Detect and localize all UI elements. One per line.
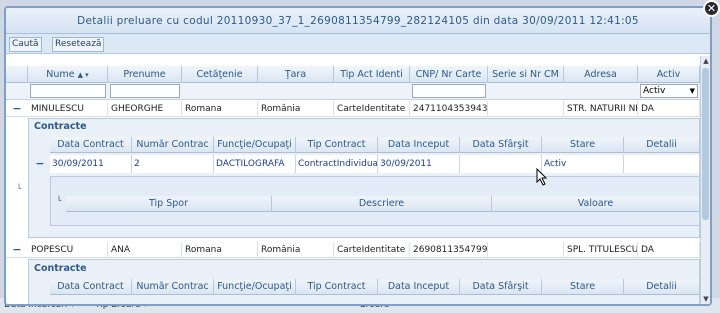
filter-cnp-input[interactable] <box>412 84 486 98</box>
col-header-prenume[interactable]: Prenume <box>108 66 182 83</box>
cell-serie <box>488 101 564 117</box>
cell-activ: DA <box>638 242 700 258</box>
contracte-title: Contracte <box>34 263 87 274</box>
sub-col-data-contract[interactable]: Data Contract <box>50 137 132 153</box>
cell-detalii <box>624 155 700 173</box>
cell-cetatenie: Romana <box>182 101 258 117</box>
sub-col-functie[interactable]: Funcţie/Ocupaţi <box>214 137 296 153</box>
chevron-down-icon: ▼ <box>689 87 695 95</box>
cell-adresa: SPL. TITULESCU NR <box>564 242 638 258</box>
sub-col-tip[interactable]: Tip Contract <box>296 279 378 295</box>
sub-col-data-inceput[interactable]: Data Inceput <box>378 137 460 153</box>
filter-nume-input[interactable] <box>30 84 106 98</box>
sub-col-detalii[interactable]: Detalii <box>624 279 700 295</box>
col-header-cetatenie[interactable]: Cetăţenie <box>182 66 258 83</box>
sub-col-numar[interactable]: Număr Contrac <box>132 279 214 295</box>
cell-nume: POPESCU <box>28 242 108 258</box>
cell-cetatenie: Romana <box>182 242 258 258</box>
collapse-row-icon[interactable]: − <box>10 243 24 257</box>
cell-cnp: 2471104353943 <box>410 101 488 117</box>
cell-functie: DACTILOGRAFA <box>214 155 296 173</box>
col-header-adresa[interactable]: Adresa <box>564 66 638 83</box>
cell-tara: România <box>258 242 334 258</box>
nested-level-icon: └ <box>56 196 62 205</box>
nested-level-icon: └ <box>16 184 22 193</box>
contracte-title: Contracte <box>34 121 87 132</box>
cell-tip: ContractIndividual <box>296 155 378 173</box>
scroll-up-icon[interactable]: ▲ <box>701 56 710 66</box>
cell-tip-act: CarteIdentitate <box>334 242 410 258</box>
collapse-row-icon[interactable]: − <box>10 102 24 116</box>
spor-col-tip[interactable]: Tip Spor <box>66 196 272 212</box>
spor-col-descriere[interactable]: Descriere <box>272 196 492 212</box>
vertical-scrollbar[interactable]: ▲ ▼ <box>700 56 710 304</box>
cell-tip-act: CarteIdentitate <box>334 101 410 117</box>
col-header-cnp[interactable]: CNP/ Nr Carte <box>410 66 488 83</box>
sub-col-data-contract[interactable]: Data Contract <box>50 279 132 295</box>
reset-button[interactable]: Resetează <box>52 37 105 52</box>
collapse-contract-icon[interactable]: − <box>33 157 47 171</box>
cell-nume: MINULESCU <box>28 101 108 117</box>
cell-stare: Activ <box>542 155 624 173</box>
sub-col-data-inceput[interactable]: Data Inceput <box>378 279 460 295</box>
cell-prenume: GHEORGHE <box>108 101 182 117</box>
col-header-nume[interactable]: Nume ▲ ▾ <box>28 66 108 83</box>
sub-col-tip[interactable]: Tip Contract <box>296 137 378 153</box>
cell-data-sfarsit <box>460 155 542 173</box>
spor-col-valoare[interactable]: Valoare <box>492 196 700 212</box>
cell-tara: România <box>258 101 334 117</box>
close-icon[interactable]: ✕ <box>703 0 720 17</box>
sub-col-numar[interactable]: Număr Contrac <box>132 137 214 153</box>
col-header-activ[interactable]: Activ <box>638 66 700 83</box>
mouse-cursor-icon <box>536 168 548 186</box>
cell-activ: DA <box>638 101 700 117</box>
col-header-tip-act[interactable]: Tip Act Identi <box>334 66 410 83</box>
sub-col-data-sfarsit[interactable]: Data Sfârşit <box>460 279 542 295</box>
main-grid: Nume ▲ ▾ Prenume Cetăţenie Ţara Tip Act … <box>6 56 700 304</box>
cell-cnp: 2690811354799 <box>410 242 488 258</box>
sub-col-data-sfarsit[interactable]: Data Sfârşit <box>460 137 542 153</box>
sub-col-stare[interactable]: Stare <box>542 137 624 153</box>
cell-prenume: ANA <box>108 242 182 258</box>
cell-data-inceput: 30/09/2011 <box>378 155 460 173</box>
scroll-down-icon[interactable]: ▼ <box>701 294 710 304</box>
cell-data-contract: 30/09/2011 <box>50 155 132 173</box>
col-header-serie[interactable]: Serie si Nr CM <box>488 66 564 83</box>
cell-adresa: STR. NATURII NR <box>564 101 638 117</box>
col-header-tara[interactable]: Ţara <box>258 66 334 83</box>
cell-serie <box>488 242 564 258</box>
details-dialog: Detalii preluare cu codul 20110930_37_1_… <box>4 6 712 306</box>
sort-icon: ▲ ▾ <box>77 71 89 79</box>
scrollbar-thumb[interactable] <box>702 68 709 220</box>
sub-col-detalii[interactable]: Detalii <box>624 137 700 153</box>
dialog-title: Detalii preluare cu codul 20110930_37_1_… <box>6 8 710 34</box>
sub-col-stare[interactable]: Stare <box>542 279 624 295</box>
filter-prenume-input[interactable] <box>110 84 180 98</box>
expander-header <box>6 66 28 83</box>
cell-numar: 2 <box>132 155 214 173</box>
filter-activ-select[interactable]: Activ ▼ <box>640 84 698 98</box>
toolbar: Caută Resetează <box>6 34 710 54</box>
search-button[interactable]: Caută <box>9 37 42 52</box>
sub-col-functie[interactable]: Funcţie/Ocupaţi <box>214 279 296 295</box>
